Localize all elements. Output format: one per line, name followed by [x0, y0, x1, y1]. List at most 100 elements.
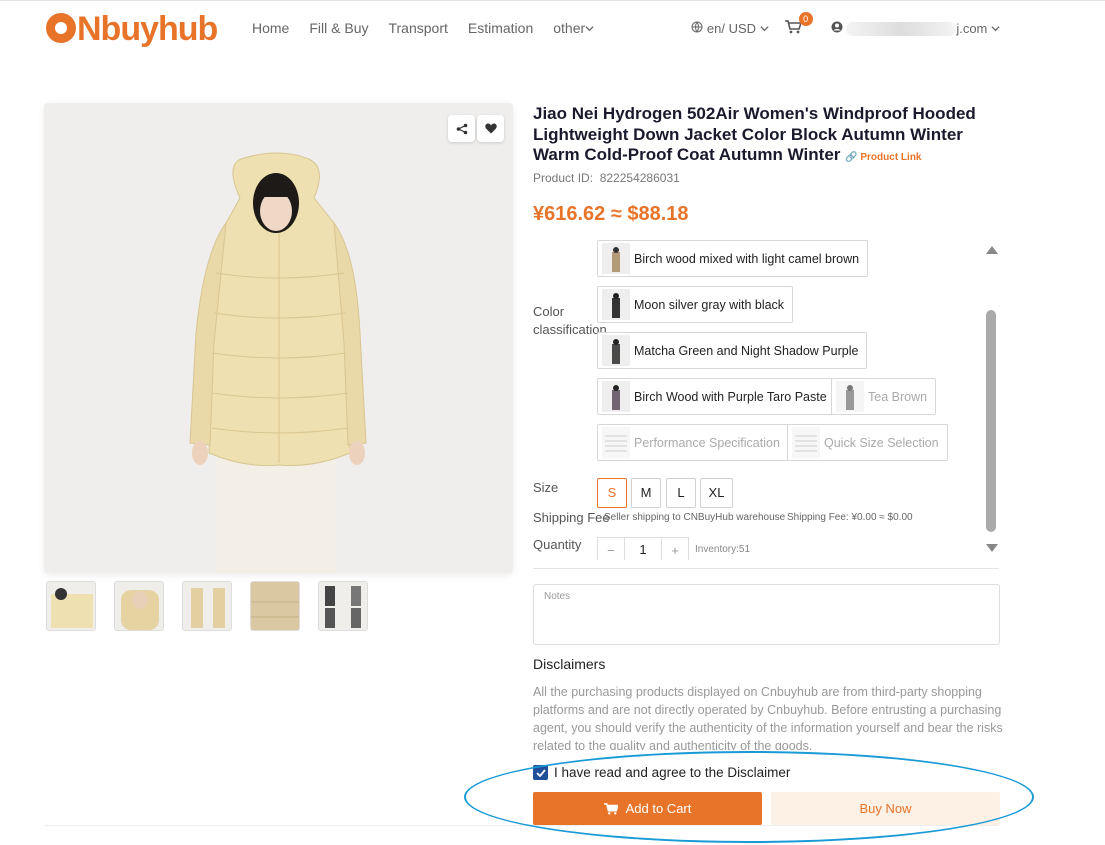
cart-icon: [784, 20, 802, 34]
quantity-input[interactable]: 1: [623, 538, 663, 560]
section-divider: [533, 568, 999, 569]
globe-icon: [691, 21, 703, 33]
logo-text: Nbuyhub: [77, 10, 218, 48]
scroll-down-arrow-icon[interactable]: [986, 544, 998, 552]
account-email-suffix: j.com: [956, 20, 988, 36]
nav-other[interactable]: other: [553, 20, 594, 36]
nav-transport[interactable]: Transport: [388, 20, 447, 36]
options-scrollbar[interactable]: [986, 240, 998, 556]
quantity-decrement-button[interactable]: −: [598, 543, 624, 558]
account-email-redacted: [846, 22, 957, 37]
product-id: Product ID: 822254286031: [533, 171, 680, 185]
disclaimer-text: All the purchasing products displayed on…: [533, 685, 1003, 750]
color-option-label: Moon silver gray with black: [634, 297, 785, 312]
quantity-increment-button[interactable]: +: [662, 543, 688, 558]
add-to-cart-label: Add to Cart: [625, 801, 692, 816]
notes-placeholder: Notes: [544, 591, 571, 602]
quantity-label: Quantity: [533, 537, 582, 552]
swatch-thumbnail: [602, 427, 630, 458]
favorite-button[interactable]: [477, 115, 504, 142]
thumbnail[interactable]: [114, 581, 164, 631]
thumbnail-image: [251, 582, 299, 630]
size-option-l[interactable]: L: [666, 478, 696, 508]
add-to-cart-button[interactable]: Add to Cart: [533, 792, 762, 825]
scrollbar-thumb[interactable]: [986, 310, 996, 532]
size-label: Size: [533, 480, 559, 495]
color-option-label: Performance Specification: [634, 435, 780, 450]
nav-other-label: other: [553, 20, 586, 36]
swatch-thumbnail: [602, 243, 630, 274]
heart-icon: [484, 123, 497, 134]
site-header: Nbuyhub Home Fill & Buy Transport Estima…: [0, 0, 1105, 56]
cart-button[interactable]: 0: [784, 12, 813, 37]
swatch-thumbnail: [836, 381, 864, 412]
product-link-label: Product Link: [860, 152, 922, 163]
main-nav: Home Fill & Buy Transport Estimation oth…: [252, 20, 594, 36]
swatch-thumbnail: [602, 289, 630, 320]
thumbnail-image: [191, 588, 225, 628]
color-option-performance-spec[interactable]: Performance Specification: [597, 424, 789, 461]
options-panel: Color classification Birch wood mixed wi…: [533, 240, 999, 560]
color-option-quick-size[interactable]: Quick Size Selection: [787, 424, 948, 461]
product-title: Jiao Nei Hydrogen 502Air Women's Windpro…: [533, 104, 1003, 169]
color-option-label: Birch wood mixed with light camel brown: [634, 251, 860, 266]
locale-selector[interactable]: en/ USD: [691, 21, 769, 36]
chevron-down-icon: [585, 26, 594, 32]
thumbnail-image: [325, 586, 361, 628]
product-id-label: Product ID:: [533, 171, 594, 185]
nav-fill-buy[interactable]: Fill & Buy: [309, 20, 368, 36]
color-option-tea-brown[interactable]: Tea Brown: [831, 378, 937, 415]
thumbnail-image: [51, 588, 93, 628]
disclaimer-title: Disclaimers: [533, 656, 606, 672]
size-option-xl[interactable]: XL: [700, 478, 733, 508]
cart-count-badge: 0: [798, 12, 813, 26]
color-label: Color classification: [533, 304, 607, 337]
product-main-image[interactable]: [44, 103, 513, 573]
share-button[interactable]: [448, 115, 475, 142]
inventory-count: Inventory:51: [695, 544, 751, 555]
color-option-birch-camel[interactable]: Birch wood mixed with light camel brown: [597, 240, 869, 277]
cnbuyhub-logo[interactable]: Nbuyhub: [46, 10, 218, 49]
logo-c-mark: [46, 13, 76, 43]
nav-estimation[interactable]: Estimation: [468, 20, 533, 36]
size-option-m[interactable]: M: [631, 478, 661, 508]
thumbnail[interactable]: [182, 581, 232, 631]
color-option-moon-silver[interactable]: Moon silver gray with black: [597, 286, 794, 323]
swatch-thumbnail: [602, 335, 630, 366]
size-option-s[interactable]: S: [597, 478, 627, 508]
scroll-up-arrow-icon[interactable]: [986, 246, 998, 254]
agree-checkbox[interactable]: [533, 765, 548, 780]
product-id-value: 822254286031: [599, 171, 680, 185]
chevron-down-icon: [760, 26, 769, 32]
checkmark-icon: [535, 768, 546, 777]
cart-icon: [603, 802, 618, 814]
thumbnail[interactable]: [250, 581, 300, 631]
shipping-fee-value: Shipping Fee: ¥0.00 ≈ $0.00: [787, 512, 913, 523]
thumbnail[interactable]: [46, 581, 96, 631]
color-option-label: Birch Wood with Purple Taro Paste: [634, 389, 827, 404]
quantity-stepper: − 1 +: [597, 537, 689, 560]
color-option-birch-taro[interactable]: Birch Wood with Purple Taro Paste: [597, 378, 836, 415]
color-option-label: Matcha Green and Night Shadow Purple: [634, 343, 859, 358]
product-price: ¥616.62 ≈ $88.18: [533, 203, 689, 225]
thumbnail-image: [121, 590, 159, 630]
buy-now-button[interactable]: Buy Now: [771, 792, 1000, 825]
user-icon: [831, 21, 843, 33]
locale-label: en/ USD: [706, 21, 757, 36]
disclaimer-agree[interactable]: I have read and agree to the Disclaimer: [533, 765, 790, 780]
color-option-matcha-green[interactable]: Matcha Green and Night Shadow Purple: [597, 332, 868, 369]
swatch-thumbnail: [602, 381, 630, 412]
thumbnail[interactable]: [318, 581, 368, 631]
product-link[interactable]: 🔗 Product Link: [845, 152, 921, 163]
thumbnail-strip: [46, 581, 368, 631]
shipping-route: Seller shipping to CNBuyHub warehouse: [604, 512, 786, 523]
color-option-label: Quick Size Selection: [824, 435, 939, 450]
shipping-label: Shipping Fee: [533, 510, 610, 525]
header-right: en/ USD 0 j.com: [691, 12, 1000, 37]
share-icon: [456, 123, 467, 134]
nav-home[interactable]: Home: [252, 20, 289, 36]
chevron-down-icon: [991, 25, 1000, 31]
swatch-thumbnail: [792, 427, 820, 458]
notes-field[interactable]: Notes: [533, 584, 1000, 645]
account-menu[interactable]: j.com: [831, 21, 1000, 37]
